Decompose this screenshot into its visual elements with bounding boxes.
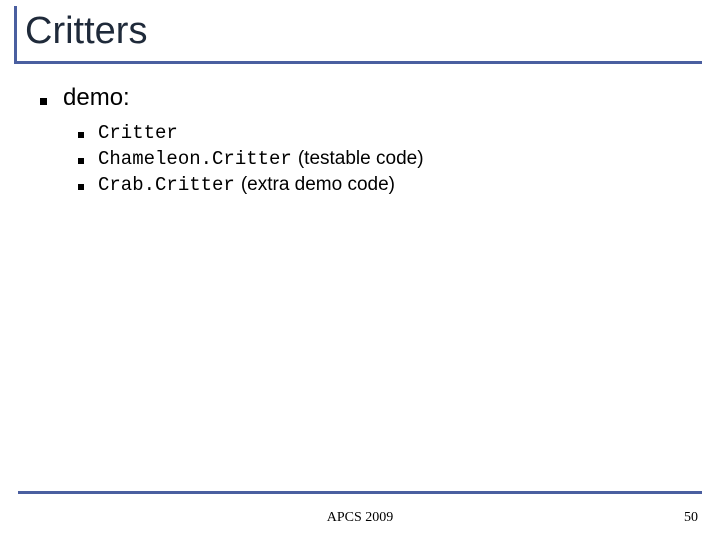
bullet-level1: demo: [40, 84, 680, 112]
footer-text: APCS 2009 [0, 510, 720, 526]
list-item: Chameleon.Critter (testable code) [78, 148, 680, 170]
code-text: Chameleon.Critter [98, 148, 292, 170]
page-number: 50 [684, 510, 698, 526]
note-text: (extra demo code) [241, 174, 395, 196]
bullet-square-icon [78, 184, 84, 190]
title-container: Critters [14, 6, 702, 64]
sublist: Critter Chameleon.Critter (testable code… [78, 122, 680, 196]
list-item: Crab.Critter (extra demo code) [78, 174, 680, 196]
note-text: (testable code) [298, 148, 424, 170]
level1-text: demo: [63, 84, 130, 112]
code-text: Critter [98, 122, 178, 144]
list-item: Critter [78, 122, 680, 144]
slide: Critters demo: Critter Chameleon.Critter… [0, 0, 720, 540]
content-area: demo: Critter Chameleon.Critter (testabl… [40, 84, 680, 200]
bullet-square-icon [40, 98, 47, 105]
bullet-square-icon [78, 158, 84, 164]
bullet-square-icon [78, 132, 84, 138]
code-text: Crab.Critter [98, 174, 235, 196]
slide-title: Critters [25, 10, 702, 53]
divider [18, 491, 702, 494]
